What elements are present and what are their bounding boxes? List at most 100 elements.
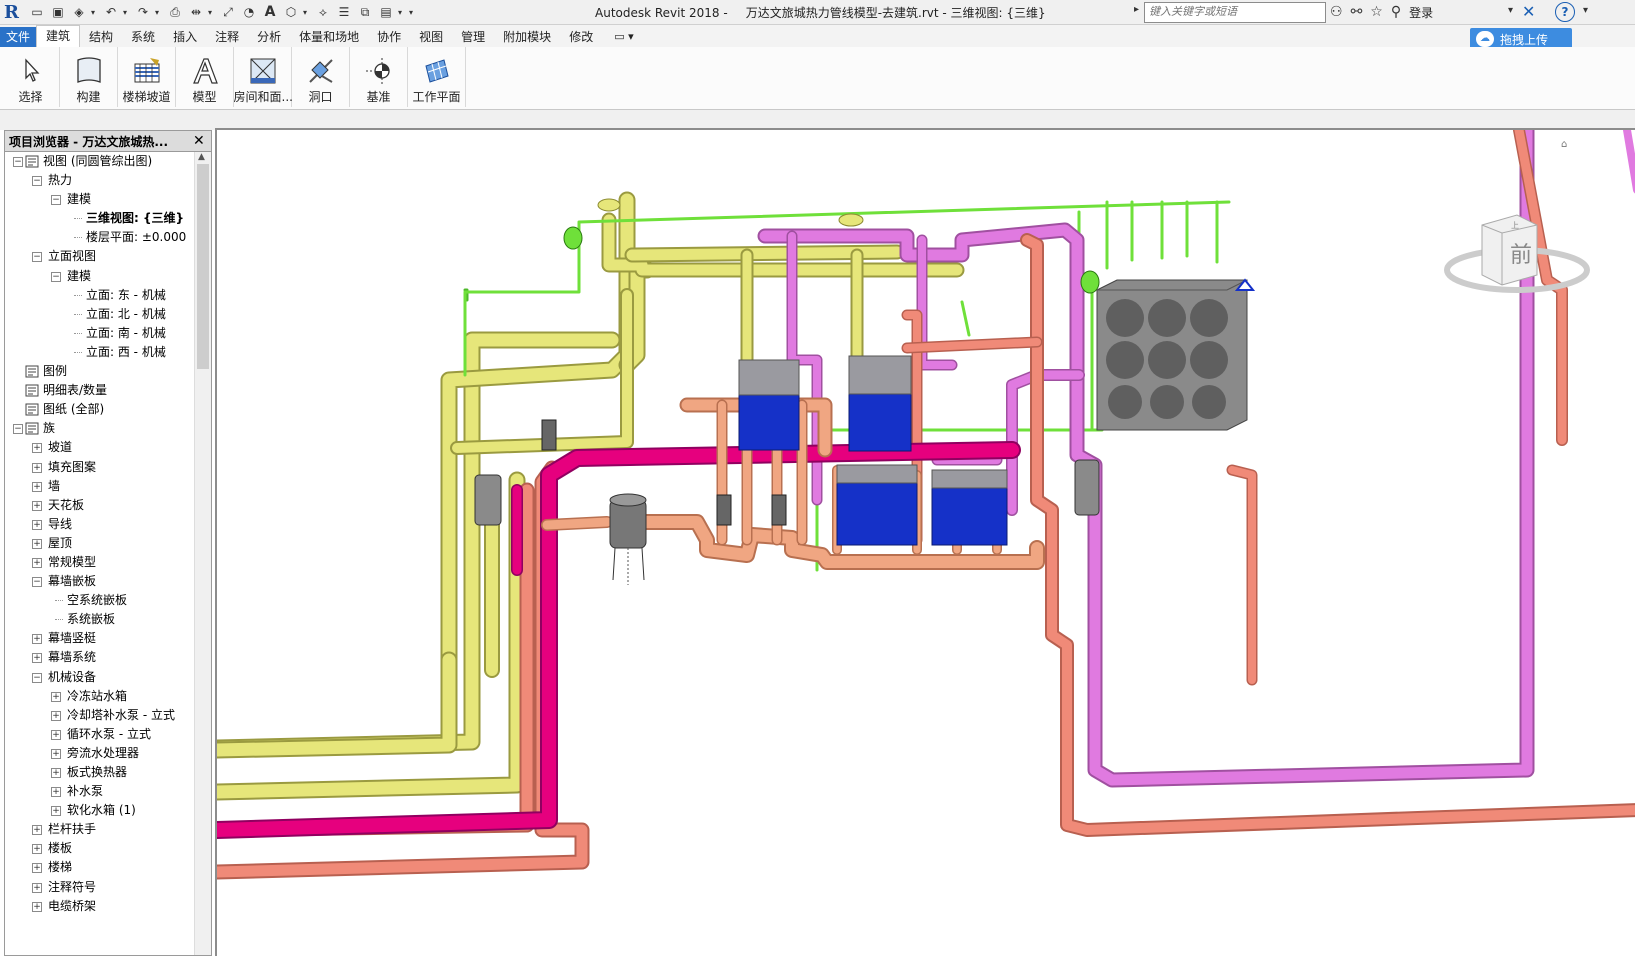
- scrollbar-thumb[interactable]: [197, 164, 209, 369]
- tab-massing-site[interactable]: 体量和场地: [290, 27, 368, 47]
- text-icon[interactable]: A: [261, 3, 279, 21]
- opening-button[interactable]: 洞口: [292, 47, 350, 107]
- collapse-icon[interactable]: −: [51, 195, 61, 206]
- tree-node[interactable]: 三维视图: {三维}: [5, 209, 195, 229]
- 3d-view-icon[interactable]: ⬡: [282, 3, 300, 21]
- thin-lines-icon[interactable]: ☰: [335, 3, 353, 21]
- redo-icon[interactable]: ↷: [134, 3, 152, 21]
- expand-icon[interactable]: +: [32, 882, 42, 893]
- stairs-ramp-button[interactable]: 楼梯坡道: [118, 47, 176, 107]
- model-button[interactable]: 模型: [176, 47, 234, 107]
- collapse-icon[interactable]: −: [32, 252, 42, 263]
- tab-modify[interactable]: 修改: [560, 27, 602, 47]
- tab-structure[interactable]: 结构: [80, 27, 122, 47]
- user-icon[interactable]: ⚲: [1391, 4, 1401, 20]
- tag-icon[interactable]: ◔: [240, 3, 258, 21]
- expand-icon[interactable]: +: [32, 557, 42, 568]
- chevron-down-icon[interactable]: ▾: [1508, 5, 1513, 16]
- expand-icon[interactable]: +: [32, 653, 42, 664]
- side-stream-water-processor[interactable]: [609, 493, 647, 585]
- expand-icon[interactable]: +: [32, 844, 42, 855]
- chevron-down-icon[interactable]: ▾: [91, 8, 99, 17]
- collapse-icon[interactable]: −: [32, 176, 42, 187]
- search-box[interactable]: [1144, 2, 1326, 23]
- tree-node[interactable]: + 幕墙系统: [5, 648, 195, 667]
- subscription-icon[interactable]: ⚯: [1351, 4, 1363, 20]
- chevron-down-icon[interactable]: ▾: [208, 8, 216, 17]
- select-button[interactable]: 选择: [2, 47, 60, 107]
- expand-icon[interactable]: +: [32, 538, 42, 549]
- tree-node[interactable]: 空系统嵌板: [5, 591, 195, 610]
- tab-architecture[interactable]: 建筑: [36, 25, 81, 47]
- workplane-button[interactable]: 工作平面: [408, 47, 466, 107]
- room-area-button[interactable]: 房间和面...: [234, 47, 292, 107]
- chevron-down-icon[interactable]: ▾: [123, 8, 131, 17]
- section-icon[interactable]: ⟡: [314, 3, 332, 21]
- star-icon[interactable]: ☆: [1370, 4, 1383, 20]
- collapse-icon[interactable]: −: [13, 157, 23, 167]
- tree-node[interactable]: − 族: [5, 419, 195, 438]
- tab-collaborate[interactable]: 协作: [368, 27, 410, 47]
- tree-node[interactable]: − 立面视图: [5, 247, 195, 266]
- softened-water-tank[interactable]: [1096, 278, 1256, 431]
- help-icon[interactable]: ?: [1555, 2, 1575, 22]
- scroll-up-icon[interactable]: ▲: [198, 152, 205, 162]
- chevron-down-icon[interactable]: ▾: [303, 8, 311, 17]
- viewcube-top-label[interactable]: 上: [1511, 221, 1519, 230]
- chevron-down-icon[interactable]: ▾: [398, 8, 406, 17]
- login-link[interactable]: 登录: [1409, 4, 1433, 21]
- expand-icon[interactable]: +: [32, 901, 42, 912]
- tab-insert[interactable]: 插入: [164, 27, 206, 47]
- collapse-icon[interactable]: −: [32, 577, 42, 588]
- project-browser-scrollbar[interactable]: ▲: [194, 152, 211, 955]
- save-icon[interactable]: ▣: [49, 3, 67, 21]
- expand-icon[interactable]: +: [51, 729, 61, 740]
- tab-add-ins[interactable]: 附加模块: [494, 27, 560, 47]
- expand-icon[interactable]: +: [51, 710, 61, 721]
- tree-node[interactable]: 立面: 北 - 机械: [5, 305, 195, 324]
- search-input[interactable]: [1145, 3, 1323, 20]
- tree-node[interactable]: + 楼板: [5, 839, 195, 858]
- tree-node[interactable]: + 注释符号: [5, 878, 195, 897]
- tree-node[interactable]: − 建模: [5, 190, 195, 209]
- tree-node[interactable]: + 冷冻站水箱: [5, 687, 195, 706]
- sync-icon[interactable]: ◈: [70, 3, 88, 21]
- tree-node[interactable]: 明细表/数量: [5, 381, 195, 400]
- open-icon[interactable]: ▭: [28, 3, 46, 21]
- close-icon[interactable]: ✕: [189, 133, 205, 149]
- viewcube-rotate-icon[interactable]: ⌂: [1561, 139, 1567, 150]
- chevron-down-icon[interactable]: ▾: [1583, 5, 1588, 16]
- expand-icon[interactable]: +: [51, 768, 61, 778]
- build-button[interactable]: 构建: [60, 47, 118, 107]
- switch-windows-icon[interactable]: ▤: [377, 3, 395, 21]
- tree-node[interactable]: + 板式换热器: [5, 763, 195, 782]
- tree-node[interactable]: + 幕墙竖梃: [5, 629, 195, 648]
- expand-icon[interactable]: +: [51, 806, 61, 817]
- expand-icon[interactable]: +: [51, 691, 61, 702]
- search-expand-icon[interactable]: ▸: [1134, 4, 1139, 15]
- viewcube[interactable]: 前 上 ⌂: [1444, 139, 1590, 293]
- expand-icon[interactable]: +: [32, 500, 42, 511]
- undo-icon[interactable]: ↶: [102, 3, 120, 21]
- expand-icon[interactable]: +: [32, 443, 42, 454]
- tree-node[interactable]: 立面: 东 - 机械: [5, 286, 195, 305]
- expand-icon[interactable]: +: [32, 519, 42, 530]
- tree-node[interactable]: + 填充图案: [5, 458, 195, 477]
- customize-qat-icon[interactable]: ▾: [409, 8, 417, 17]
- tab-annotate[interactable]: 注释: [206, 27, 248, 47]
- binoculars-icon[interactable]: ⚇: [1330, 4, 1343, 20]
- tree-node[interactable]: − 机械设备: [5, 668, 195, 687]
- tree-node[interactable]: + 常规模型: [5, 553, 195, 572]
- tree-node[interactable]: + 补水泵: [5, 782, 195, 801]
- tree-node[interactable]: − 建模: [5, 267, 195, 286]
- collapse-icon[interactable]: −: [13, 424, 23, 435]
- tab-systems[interactable]: 系统: [122, 27, 164, 47]
- tree-node[interactable]: + 楼梯: [5, 858, 195, 877]
- revit-logo[interactable]: R: [4, 2, 22, 23]
- tab-analyze[interactable]: 分析: [248, 27, 290, 47]
- tab-manage[interactable]: 管理: [452, 27, 494, 47]
- chevron-down-icon[interactable]: ▾: [155, 8, 163, 17]
- tree-node[interactable]: − 热力: [5, 171, 195, 190]
- close-hidden-icon[interactable]: ⧉: [356, 3, 374, 21]
- print-icon[interactable]: ⎙: [166, 3, 184, 21]
